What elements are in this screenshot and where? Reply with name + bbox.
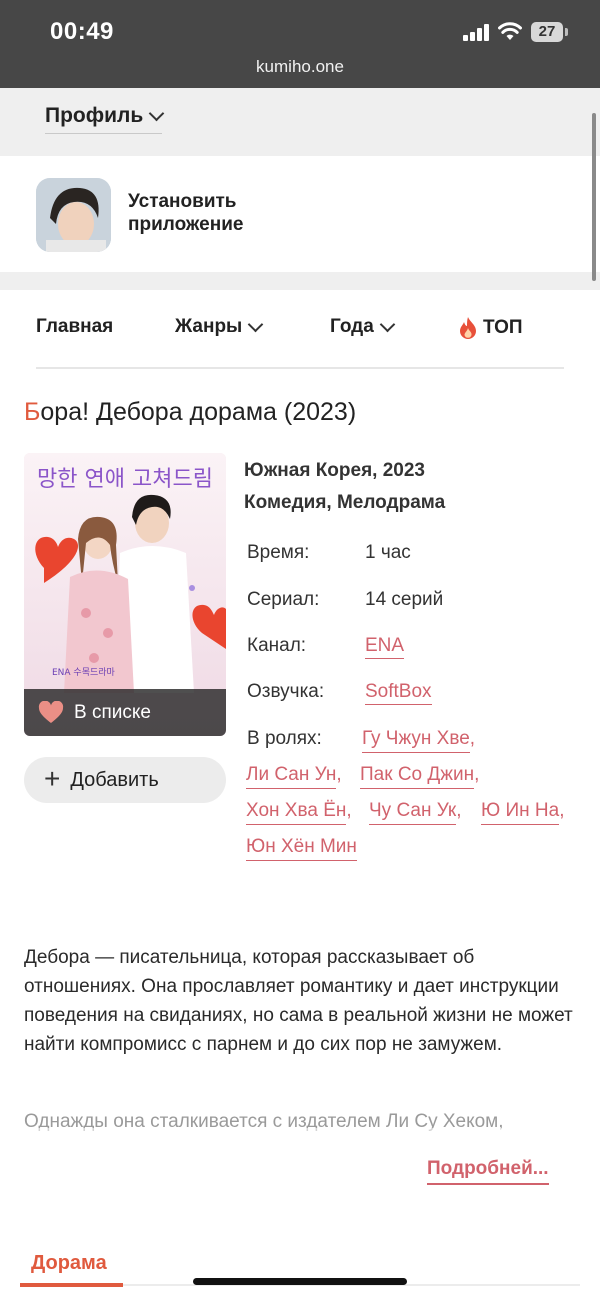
heart-icon: [38, 700, 64, 723]
main-nav: Главная Жанры Года ТОП: [36, 310, 564, 350]
cast-member-name: Ю Ин На: [481, 800, 560, 825]
nav-home-label: Главная: [36, 316, 114, 337]
svg-text:ENA 수목드라마: ENA 수목드라마: [52, 667, 116, 678]
app-icon: [36, 178, 111, 252]
cast-member[interactable]: Чу Сан Ук,: [369, 800, 462, 825]
description-paragraph: Дебора — писательница, которая рассказыв…: [24, 947, 573, 1055]
channel-link-wrap: ENA: [365, 635, 405, 659]
cast-member[interactable]: Ли Сан Ун,: [246, 764, 342, 789]
cast-member[interactable]: Юн Хён Мин: [246, 836, 357, 861]
duration-label: Время:: [247, 542, 310, 563]
install-app-banner[interactable]: Установить приложение: [0, 156, 600, 272]
status-time: 00:49: [50, 18, 114, 45]
in-list-badge[interactable]: В списке: [24, 689, 226, 736]
cast-member-name: Пак Со Джин: [360, 764, 475, 789]
nav-divider: [36, 367, 564, 369]
country-year: Южная Корея, 2023: [244, 460, 425, 481]
wifi-icon: [498, 22, 522, 40]
tab-active-indicator: [20, 1283, 123, 1287]
nav-years-label: Года: [330, 316, 374, 337]
cast-member-name: Чу Сан Ук: [369, 800, 457, 825]
nav-years[interactable]: Года: [330, 316, 396, 338]
nav-home[interactable]: Главная: [36, 316, 113, 338]
cast-member[interactable]: Пак Со Джин,: [360, 764, 479, 789]
title-first-letter: Б: [24, 398, 41, 426]
voiceover-label: Озвучка:: [247, 681, 325, 702]
cast-member[interactable]: Гу Чжун Хве,: [362, 728, 475, 753]
read-more-link[interactable]: Подробней...: [427, 1158, 549, 1185]
nav-genres[interactable]: Жанры: [175, 316, 264, 338]
voiceover-link-wrap: SoftBox: [365, 681, 432, 705]
nav-top[interactable]: ТОП: [458, 316, 523, 340]
chevron-down-icon: [149, 105, 165, 121]
flame-icon: [460, 317, 476, 339]
profile-label: Профиль: [45, 104, 144, 127]
battery-icon: 27: [531, 22, 563, 42]
nav-genres-label: Жанры: [175, 316, 243, 337]
poster-image[interactable]: ENA 수목드라마 망한 연애 고쳐드림 В списке: [24, 453, 226, 736]
cast-label: В ролях:: [247, 728, 322, 749]
poster-korean-title: 망한 연애 고쳐드림: [37, 467, 213, 492]
voiceover-link[interactable]: SoftBox: [365, 681, 432, 705]
battery-tip: [565, 28, 568, 36]
genres-text: Комедия, Мелодрама: [244, 492, 446, 513]
channel-link[interactable]: ENA: [365, 635, 405, 659]
cast-member-name: Юн Хён Мин: [246, 836, 357, 861]
profile-dropdown[interactable]: Профиль: [45, 104, 165, 134]
address-url[interactable]: kumiho.one: [0, 57, 600, 77]
page-scrollbar[interactable]: [592, 113, 596, 281]
cast-member[interactable]: Хон Хва Ён,: [246, 800, 352, 825]
section-separator: [0, 272, 600, 290]
in-list-label: В списке: [74, 701, 151, 723]
home-indicator[interactable]: [193, 1278, 407, 1285]
duration-value: 1 час: [365, 542, 411, 563]
series-label: Сериал:: [247, 589, 320, 610]
series-value: 14 серий: [365, 589, 444, 610]
cast-member-name: Ли Сан Ун: [246, 764, 337, 789]
page-title: Бора! Дебора дорама (2023): [24, 398, 356, 427]
profile-bar: Профиль: [0, 88, 600, 156]
add-button[interactable]: + Добавить: [24, 757, 226, 803]
cast-member[interactable]: Ю Ин На,: [481, 800, 564, 825]
nav-top-label: ТОП: [483, 317, 523, 338]
tab-dorama[interactable]: Дорама: [31, 1252, 107, 1275]
chevron-down-icon: [379, 316, 396, 332]
cast-member-name: Хон Хва Ён: [246, 800, 347, 825]
add-button-label: Добавить: [70, 768, 159, 791]
install-app-label: Установить приложение: [128, 191, 244, 235]
cast-member-name: Гу Чжун Хве: [362, 728, 470, 753]
chevron-down-icon: [248, 316, 264, 332]
status-bar: 00:49 27 kumiho.one: [0, 0, 600, 88]
cellular-signal-icon: [463, 24, 489, 41]
channel-label: Канал:: [247, 635, 307, 656]
title-rest: ора! Дебора дорама (2023): [40, 398, 357, 426]
plus-icon: +: [44, 763, 61, 794]
